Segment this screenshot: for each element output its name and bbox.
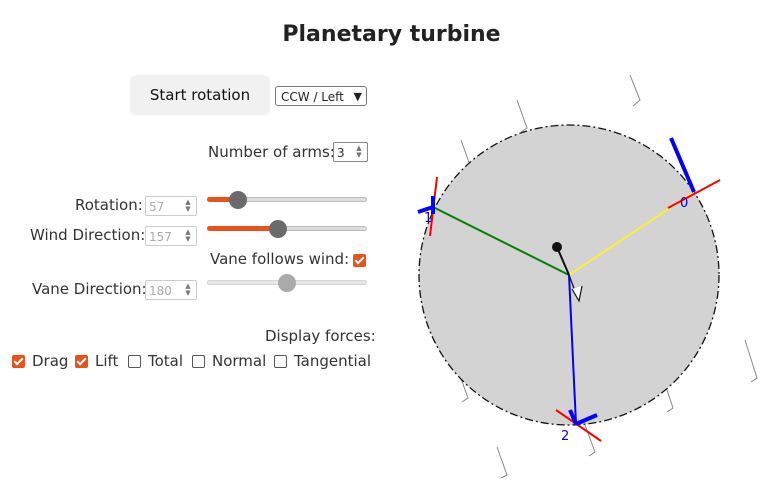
wind-direction-label: Wind Direction: [30, 226, 146, 244]
arms-input[interactable]: 3 ▲ ▼ [333, 142, 368, 162]
vane-direction-input[interactable]: 180 ▲ ▼ [145, 280, 197, 300]
arms-value: 3 [337, 146, 345, 160]
vane-direction-value: 180 [149, 284, 172, 298]
vane-direction-label: Vane Direction: [32, 280, 147, 298]
normal-label: Normal [212, 352, 267, 370]
total-checkbox[interactable] [128, 355, 141, 368]
slider-fill [207, 226, 278, 231]
arm-label-2: 2 [561, 429, 569, 444]
vane-follows-checkbox[interactable] [353, 254, 366, 267]
stepper-icon[interactable]: ▲ ▼ [182, 199, 194, 213]
start-rotation-button[interactable]: Start rotation [130, 75, 270, 115]
arm-label-1: 1 [424, 211, 432, 226]
slider-thumb[interactable] [229, 191, 247, 209]
wind-direction-slider[interactable] [207, 220, 367, 238]
display-forces-label: Display forces: [265, 327, 376, 345]
tangential-checkbox[interactable] [274, 355, 287, 368]
rotation-value: 57 [149, 200, 165, 214]
total-label: Total [148, 352, 184, 370]
drag-checkbox[interactable] [12, 355, 25, 368]
normal-checkbox[interactable] [192, 355, 205, 368]
select-value: CCW / Left [281, 90, 344, 104]
lift-label: Lift [95, 352, 119, 370]
vane-direction-slider[interactable] [207, 274, 367, 292]
wind-direction-value: 157 [149, 230, 172, 244]
arms-label: Number of arms: [208, 143, 335, 161]
wind-direction-input[interactable]: 157 ▲ ▼ [145, 226, 197, 246]
vane-follows-label: Vane follows wind: [210, 250, 350, 268]
stepper-icon[interactable]: ▲ ▼ [182, 229, 194, 243]
drag-label: Drag [32, 352, 69, 370]
tangential-label: Tangential [294, 352, 372, 370]
chevron-down-icon: ▼ [353, 90, 362, 103]
rotation-input[interactable]: 57 ▲ ▼ [145, 196, 197, 216]
rotation-slider[interactable] [207, 191, 367, 209]
stepper-icon[interactable]: ▲ ▼ [182, 283, 194, 297]
turbine-diagram: 0 1 2 [417, 74, 758, 479]
lift-checkbox[interactable] [75, 355, 88, 368]
arm-label-0: 0 [680, 196, 688, 211]
slider-thumb[interactable] [269, 220, 287, 238]
rotation-direction-select[interactable]: CCW / Left ▼ [275, 86, 367, 106]
stepper-icon[interactable]: ▲ ▼ [353, 145, 365, 159]
rotation-label: Rotation: [75, 196, 143, 214]
slider-thumb[interactable] [278, 274, 296, 292]
page-title: Planetary turbine [282, 22, 501, 47]
vane-pivot [552, 242, 562, 252]
